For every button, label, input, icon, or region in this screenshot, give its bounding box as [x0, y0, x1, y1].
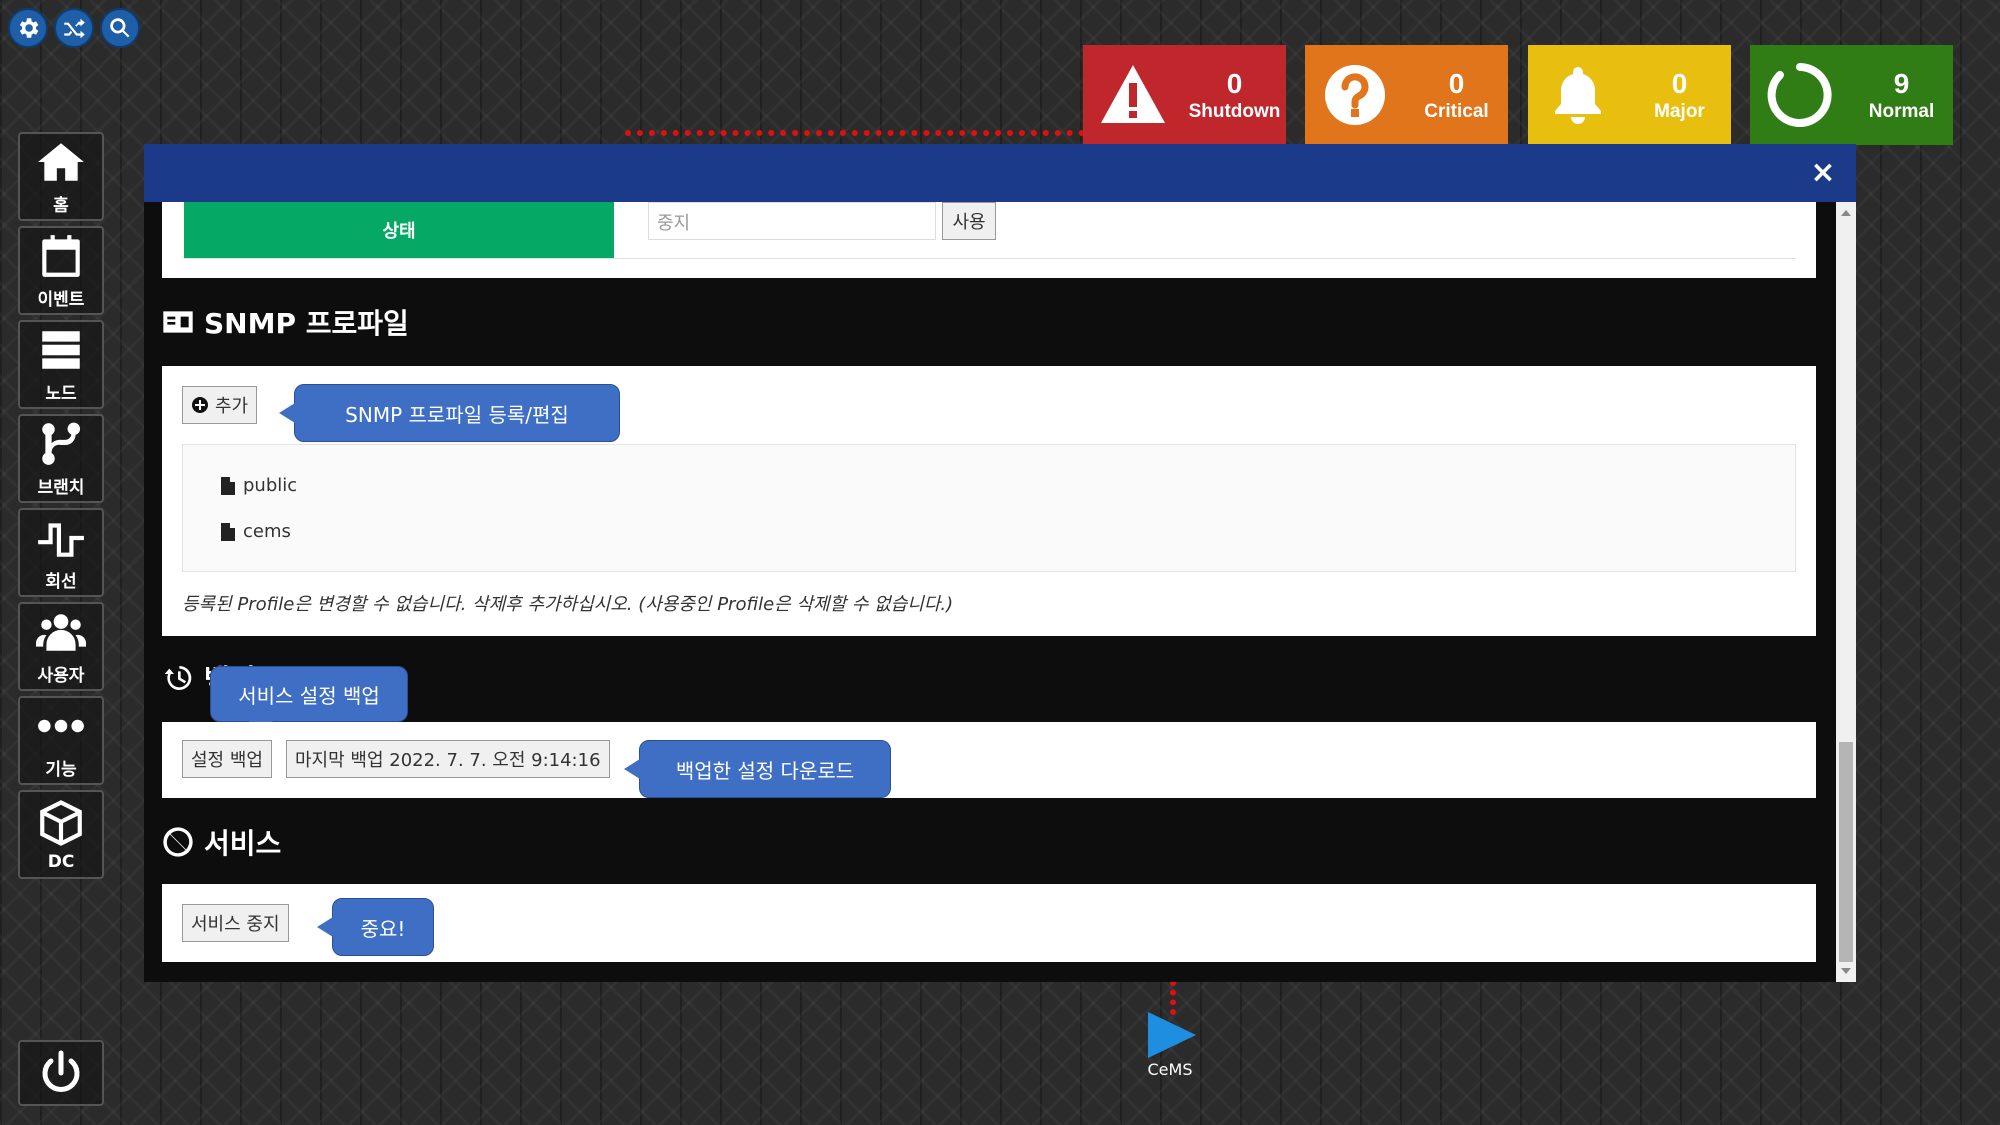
- question-icon: [1305, 45, 1405, 145]
- settings-modal: × 상태 중지 사용 SNMP 프로파일 추가 SNMP 프로파일 등록/편집 …: [144, 144, 1856, 982]
- sidebar-item-label: 노드: [45, 384, 77, 404]
- sidebar-item-label: DC: [47, 851, 75, 872]
- service-section-title: 서비스: [162, 822, 281, 862]
- scroll-up-icon[interactable]: [1841, 210, 1851, 216]
- modal-scrollbar[interactable]: [1836, 202, 1856, 982]
- close-icon[interactable]: ×: [1806, 156, 1840, 190]
- sidebar-item-events[interactable]: 이벤트: [18, 226, 104, 315]
- sidebar-item-users[interactable]: 사용자: [18, 602, 104, 691]
- snmp-tooltip: SNMP 프로파일 등록/편집: [279, 384, 620, 442]
- users-icon: [36, 614, 86, 651]
- last-backup-download-button[interactable]: 마지막 백업 2022. 7. 7. 오전 9:14:16: [286, 740, 610, 778]
- normal-count: 9: [1893, 68, 1910, 99]
- sidebar-item-branch[interactable]: 브랜치: [18, 414, 104, 503]
- backup-panel: 설정 백업 마지막 백업 2022. 7. 7. 오전 9:14:16 백업한 …: [162, 722, 1816, 798]
- snmp-title-text: SNMP 프로파일: [204, 307, 409, 340]
- profile-name: public: [243, 475, 298, 496]
- normal-label: Normal: [1868, 101, 1935, 122]
- file-icon: [221, 476, 235, 495]
- sidebar: 홈 이벤트 노드 브랜치 회선 사용자 기능 DC: [18, 132, 104, 879]
- bell-icon: [1528, 45, 1628, 145]
- history-icon: [164, 666, 192, 690]
- modal-body: 상태 중지 사용 SNMP 프로파일 추가 SNMP 프로파일 등록/편집 pu…: [144, 202, 1856, 982]
- sidebar-item-functions[interactable]: 기능: [18, 696, 104, 785]
- home-icon: [38, 143, 84, 181]
- list-item[interactable]: cems: [221, 521, 291, 542]
- list-item[interactable]: public: [221, 475, 297, 496]
- cems-node[interactable]: CeMS: [1140, 1010, 1200, 1079]
- sidebar-item-label: 브랜치: [37, 478, 85, 498]
- shutdown-count: 0: [1226, 68, 1243, 99]
- status-tile-shutdown[interactable]: 0 Shutdown: [1083, 45, 1286, 145]
- topology-link: [625, 130, 1085, 136]
- major-label: Major: [1654, 101, 1705, 122]
- file-icon: [221, 522, 235, 541]
- backup-tooltip: 서비스 설정 백업: [210, 666, 408, 735]
- sidebar-item-label: 사용자: [37, 666, 85, 686]
- critical-label: Critical: [1424, 101, 1489, 122]
- shuffle-icon[interactable]: [54, 8, 94, 48]
- sidebar-item-nodes[interactable]: 노드: [18, 320, 104, 409]
- signal-icon: [38, 523, 84, 557]
- status-value-field[interactable]: 중지: [648, 202, 936, 240]
- sidebar-item-label: 기능: [45, 760, 77, 780]
- backup-button[interactable]: 설정 백업: [182, 740, 272, 778]
- critical-count: 0: [1448, 68, 1465, 99]
- profile-list: public cems: [182, 444, 1796, 572]
- add-profile-button[interactable]: 추가: [182, 386, 258, 424]
- gear-icon[interactable]: [8, 8, 48, 48]
- id-card-icon: [163, 311, 193, 333]
- scroll-thumb[interactable]: [1839, 742, 1853, 962]
- status-tile-major[interactable]: 0 Major: [1528, 45, 1731, 145]
- add-button-label: 추가: [215, 396, 249, 417]
- calendar-icon: [42, 235, 80, 277]
- power-icon: [42, 1050, 80, 1092]
- snmp-panel: 추가 SNMP 프로파일 등록/편집 public cems 등록된 Profi…: [162, 366, 1816, 636]
- top-toolbar: [8, 8, 140, 48]
- status-panel: 상태 중지 사용: [162, 202, 1816, 278]
- more-icon: [38, 719, 84, 733]
- sidebar-item-label: 홈: [53, 196, 69, 216]
- snmp-section-title: SNMP 프로파일: [162, 302, 409, 342]
- play-node-icon: [1148, 1012, 1196, 1058]
- sidebar-item-home[interactable]: 홈: [18, 132, 104, 221]
- service-title-text: 서비스: [204, 827, 282, 860]
- stop-service-button[interactable]: 서비스 중지: [182, 904, 289, 942]
- ban-icon: [163, 827, 193, 857]
- divider: [184, 258, 1796, 259]
- snmp-note: 등록된 Profile은 변경할 수 없습니다. 삭제후 추가하십시오. (사용…: [182, 594, 954, 615]
- scroll-down-icon[interactable]: [1841, 968, 1851, 974]
- status-tile-normal[interactable]: 9 Normal: [1750, 45, 1953, 145]
- plus-circle-icon: [192, 397, 208, 413]
- cube-icon: [40, 799, 82, 846]
- sidebar-item-dc[interactable]: DC: [18, 790, 104, 879]
- circle-icon: [1750, 45, 1850, 145]
- sidebar-item-label: 이벤트: [37, 290, 85, 310]
- modal-header: ×: [144, 144, 1856, 202]
- status-tile-critical[interactable]: 0 Critical: [1305, 45, 1508, 145]
- server-icon: [42, 331, 80, 369]
- shutdown-label: Shutdown: [1188, 101, 1281, 122]
- use-button[interactable]: 사용: [942, 202, 996, 240]
- power-button[interactable]: [18, 1040, 104, 1106]
- warning-icon: [1083, 45, 1183, 145]
- branch-icon: [42, 422, 81, 465]
- service-tooltip: 중요!: [317, 898, 434, 956]
- download-tooltip: 백업한 설정 다운로드: [624, 740, 891, 798]
- status-label: 상태: [184, 202, 614, 258]
- search-icon[interactable]: [100, 8, 140, 48]
- service-panel: 서비스 중지 중요!: [162, 884, 1816, 962]
- sidebar-item-label: 회선: [45, 572, 77, 592]
- major-count: 0: [1671, 68, 1688, 99]
- profile-name: cems: [243, 521, 291, 542]
- cems-node-label: CeMS: [1147, 1060, 1193, 1079]
- sidebar-item-lines[interactable]: 회선: [18, 508, 104, 597]
